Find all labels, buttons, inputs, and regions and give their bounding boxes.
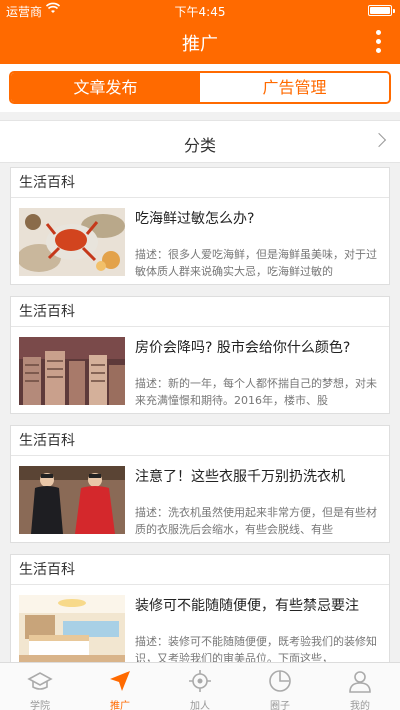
promote-icon bbox=[107, 668, 133, 694]
article-description: 描述：新的一年，每个人都怀揣自己的梦想，对未来充满憧憬和期待。2016年，楼市、… bbox=[135, 377, 377, 407]
battery-icon bbox=[368, 5, 395, 16]
article-thumbnail-buildings bbox=[19, 337, 125, 405]
tab-profile[interactable]: 我的 bbox=[320, 663, 400, 710]
article-thumbnail-interior bbox=[19, 595, 125, 663]
segment-container: 文章发布 广告管理 bbox=[0, 64, 400, 112]
tab-circle[interactable]: 圈子 bbox=[240, 663, 320, 710]
status-time: 下午4:45 bbox=[174, 5, 226, 19]
add-people-icon bbox=[187, 668, 213, 694]
nav-bar: 推广 bbox=[0, 20, 400, 64]
article-category: 生活百科 bbox=[11, 555, 389, 585]
article-category: 生活百科 bbox=[11, 168, 389, 198]
article-card[interactable]: 生活百科 房价会降吗? 股市会给你什么颜色? 描述：新的一年，每个人都怀揣自己的… bbox=[10, 296, 390, 414]
tab-add-people[interactable]: 加人 bbox=[160, 663, 240, 710]
circle-icon bbox=[267, 668, 293, 694]
status-bar: 运营商 下午4:45 bbox=[0, 0, 400, 20]
tab-bar: 学院 推广 加人 圈子 我的 bbox=[0, 662, 400, 710]
article-title: 房价会降吗? 股市会给你什么颜色? bbox=[135, 340, 351, 356]
category-selector[interactable]: 分类 bbox=[0, 120, 400, 163]
article-description: 描述：很多人爱吃海鲜，但是海鲜虽美味，对于过敏体质人群来说确实大忌，吃海鲜过敏的 bbox=[135, 248, 377, 278]
article-category: 生活百科 bbox=[11, 297, 389, 327]
academy-icon bbox=[27, 668, 53, 694]
tab-label: 学院 bbox=[30, 701, 50, 710]
article-title: 注意了！这些衣服千万别扔洗衣机 bbox=[135, 469, 345, 485]
article-title: 吃海鲜过敏怎么办? bbox=[135, 211, 255, 227]
tab-article-publish[interactable]: 文章发布 bbox=[11, 73, 200, 102]
article-category: 生活百科 bbox=[11, 426, 389, 456]
article-card[interactable]: 生活百科 吃海鲜过敏怎么办? 描述：很多人爱吃海鲜，但是海鲜虽美味，对于过敏体质… bbox=[10, 167, 390, 285]
article-thumbnail-clothes bbox=[19, 466, 125, 534]
tab-label: 我的 bbox=[350, 701, 370, 710]
page-title: 推广 bbox=[182, 34, 218, 55]
article-card[interactable]: 生活百科 注意了！这些衣服千万别扔洗衣机 描述：洗衣机虽然使用起来非常方便，但是… bbox=[10, 425, 390, 543]
category-label: 分类 bbox=[183, 136, 216, 155]
more-options-icon[interactable] bbox=[374, 30, 382, 54]
segmented-control: 文章发布 广告管理 bbox=[9, 71, 391, 104]
tab-label: 推广 bbox=[110, 701, 130, 710]
article-title: 装修可不能随随便便，有些禁忌要注 bbox=[135, 598, 359, 614]
article-description: 描述：洗衣机虽然使用起来非常方便，但是有些材质的衣服洗后会缩水，有些会脱线、有些 bbox=[135, 506, 377, 536]
tab-promote[interactable]: 推广 bbox=[80, 663, 160, 710]
tab-academy[interactable]: 学院 bbox=[0, 663, 80, 710]
article-card[interactable]: 生活百科 装修可不能随随便便，有些禁忌要注 描述：装修可不能随随便便，既考验我们… bbox=[10, 554, 390, 672]
tab-label: 圈子 bbox=[270, 701, 290, 710]
article-thumbnail-seafood bbox=[19, 208, 125, 276]
tab-label: 加人 bbox=[190, 701, 210, 710]
profile-icon bbox=[347, 668, 373, 694]
tab-ad-management[interactable]: 广告管理 bbox=[200, 73, 389, 102]
